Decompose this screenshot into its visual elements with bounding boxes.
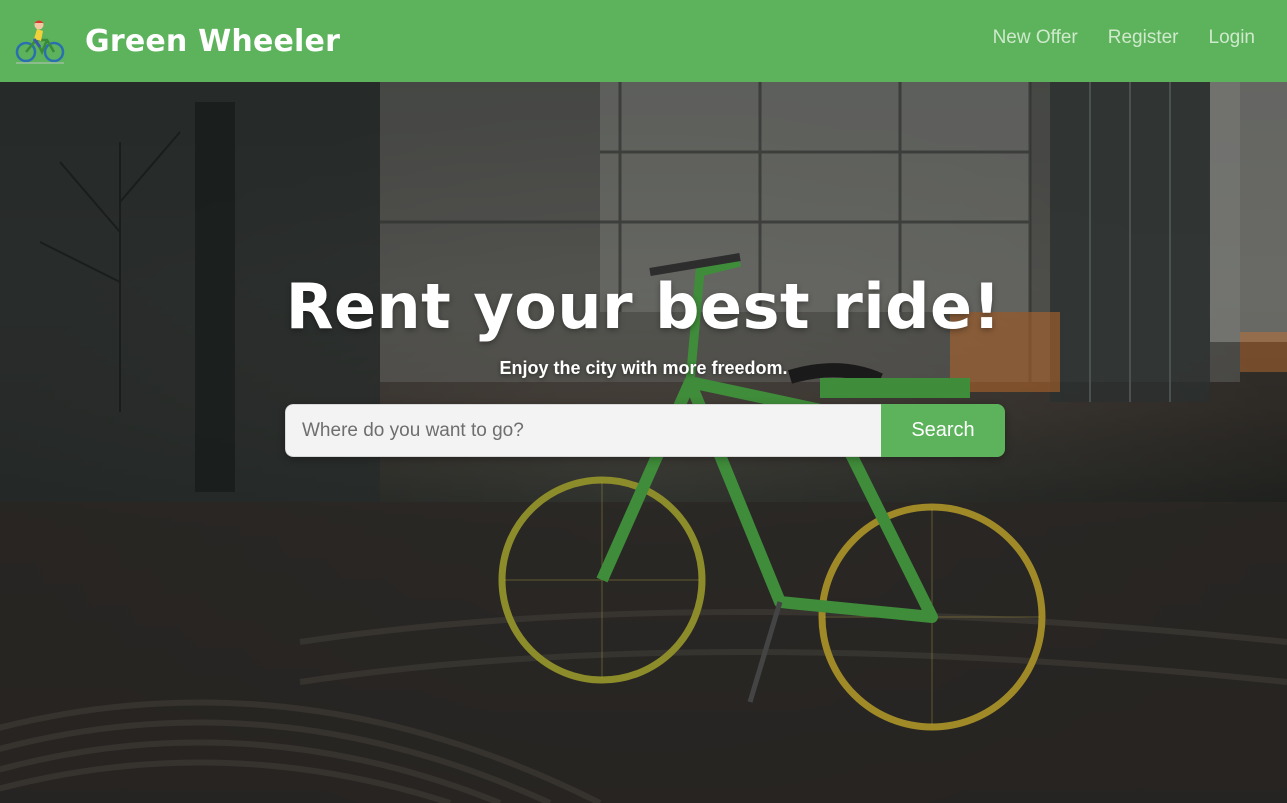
nav-links: New Offer Register Login: [963, 27, 1255, 49]
hero-subtitle: Enjoy the city with more freedom.: [499, 358, 788, 378]
brand-name: Green Wheeler: [85, 23, 341, 59]
search-bar: Search: [285, 404, 1005, 457]
hero-section: Rent your best ride! Enjoy the city with…: [0, 82, 1287, 803]
nav-link-register[interactable]: Register: [1108, 27, 1179, 49]
search-button[interactable]: Search: [881, 404, 1005, 457]
search-input[interactable]: [285, 404, 881, 457]
navbar: Green Wheeler New Offer Register Login: [0, 0, 1287, 82]
nav-link-login[interactable]: Login: [1209, 27, 1256, 49]
brand[interactable]: Green Wheeler: [14, 17, 340, 65]
cyclist-icon: [15, 20, 65, 64]
nav-link-new-offer[interactable]: New Offer: [993, 27, 1078, 49]
hero-title: Rent your best ride!: [285, 270, 1002, 343]
